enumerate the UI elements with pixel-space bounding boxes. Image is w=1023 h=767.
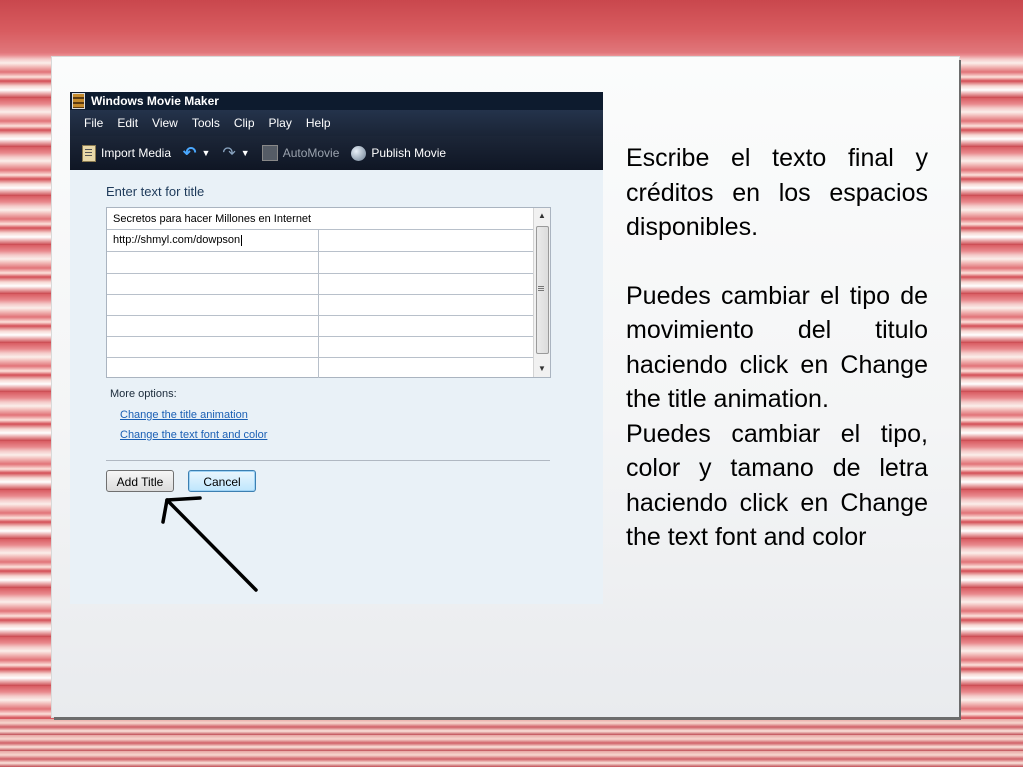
scroll-grip-icon	[538, 286, 544, 287]
menu-bar: File Edit View Tools Clip Play Help	[70, 110, 603, 136]
publish-movie-button[interactable]: Publish Movie	[351, 145, 447, 161]
undo-dropdown-icon[interactable]: ▼	[201, 148, 210, 158]
menu-clip[interactable]: Clip	[234, 116, 255, 130]
title-row[interactable]	[107, 357, 533, 378]
vertical-scrollbar[interactable]: ▲ ▼	[533, 208, 550, 377]
scroll-up-icon[interactable]: ▲	[534, 208, 550, 224]
menu-file[interactable]: File	[84, 116, 103, 130]
movie-maker-screenshot: Windows Movie Maker File Edit View Tools…	[70, 92, 603, 604]
description-paragraph-1: Escribe el texto final y créditos en los…	[626, 144, 928, 241]
title-cell[interactable]	[107, 315, 319, 336]
title-cell[interactable]	[107, 273, 319, 294]
scroll-thumb[interactable]	[536, 226, 549, 354]
redo-icon: ↷	[222, 145, 236, 162]
title-row[interactable]	[107, 273, 533, 295]
title-editor-heading: Enter text for title	[106, 184, 205, 199]
title-text-grid[interactable]: Secretos para hacer Millones en Internet…	[106, 207, 551, 378]
title-row[interactable]	[107, 336, 533, 358]
title-cell[interactable]	[107, 252, 319, 273]
text-cursor	[241, 234, 243, 246]
description-paragraph-2: Puedes cambiar el tipo de movimiento del…	[626, 281, 928, 414]
window-titlebar: Windows Movie Maker	[70, 92, 603, 110]
change-title-animation-link[interactable]: Change the title animation	[120, 409, 248, 421]
slide-bottom-band	[0, 719, 1023, 767]
title-row[interactable]: http://shmyl.com/dowpson	[107, 230, 533, 252]
window-title: Windows Movie Maker	[91, 94, 219, 108]
menu-edit[interactable]: Edit	[117, 116, 138, 130]
title-cell[interactable]	[107, 357, 319, 378]
publish-globe-icon	[351, 145, 367, 161]
import-media-icon	[82, 144, 96, 162]
pointer-arrow-icon	[161, 496, 258, 592]
title-cell[interactable]	[107, 294, 319, 315]
menu-help[interactable]: Help	[306, 116, 331, 130]
slide-description: Escribe el texto final y créditos en los…	[626, 141, 928, 555]
title-line-2-input[interactable]: http://shmyl.com/dowpson	[107, 230, 319, 251]
menu-view[interactable]: View	[152, 116, 178, 130]
title-row[interactable]	[107, 294, 533, 316]
description-paragraph-3: Puedes cambiar el tipo, color y tamano d…	[626, 419, 928, 552]
cancel-button[interactable]: Cancel	[188, 470, 256, 492]
slide-card: Windows Movie Maker File Edit View Tools…	[52, 57, 959, 717]
undo-button[interactable]: ↶ ▼	[183, 143, 210, 163]
title-editor-panel: Enter text for title Secretos para hacer…	[70, 170, 603, 604]
divider	[106, 460, 550, 461]
film-strip-icon	[72, 93, 85, 109]
redo-button[interactable]: ↷ ▼	[222, 143, 249, 163]
title-row[interactable]	[107, 315, 533, 337]
undo-icon: ↶	[183, 145, 197, 162]
title-cell[interactable]	[107, 336, 319, 357]
toolbar: Import Media ↶ ▼ ↷ ▼ AutoMovie Publish M…	[70, 136, 603, 170]
automovie-icon	[261, 145, 278, 161]
add-title-button[interactable]: Add Title	[106, 470, 174, 492]
automovie-label: AutoMovie	[282, 146, 340, 160]
menu-tools[interactable]: Tools	[192, 116, 220, 130]
import-media-button[interactable]: Import Media	[82, 144, 172, 162]
more-options-label: More options:	[110, 388, 177, 400]
slide-top-band	[0, 0, 1023, 52]
change-font-color-link[interactable]: Change the text font and color	[120, 429, 267, 441]
import-media-label: Import Media	[101, 146, 172, 160]
title-line-2-text: http://shmyl.com/dowpson	[113, 234, 241, 246]
publish-movie-label: Publish Movie	[371, 146, 447, 160]
title-row[interactable]	[107, 252, 533, 274]
redo-dropdown-icon[interactable]: ▼	[241, 148, 250, 158]
automovie-button[interactable]: AutoMovie	[261, 145, 340, 161]
menu-play[interactable]: Play	[269, 116, 292, 130]
title-line-1-input[interactable]: Secretos para hacer Millones en Internet	[107, 208, 533, 230]
scroll-down-icon[interactable]: ▼	[534, 361, 550, 377]
